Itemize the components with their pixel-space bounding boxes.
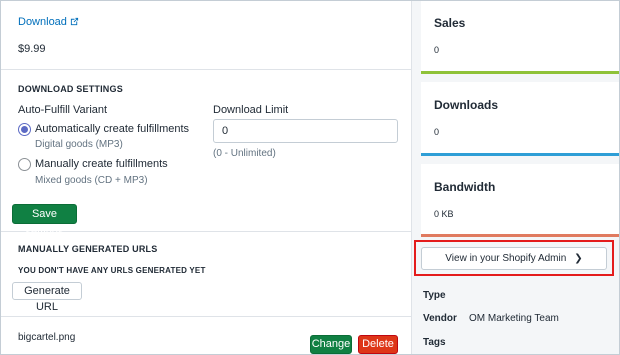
window-frame — [0, 0, 620, 355]
